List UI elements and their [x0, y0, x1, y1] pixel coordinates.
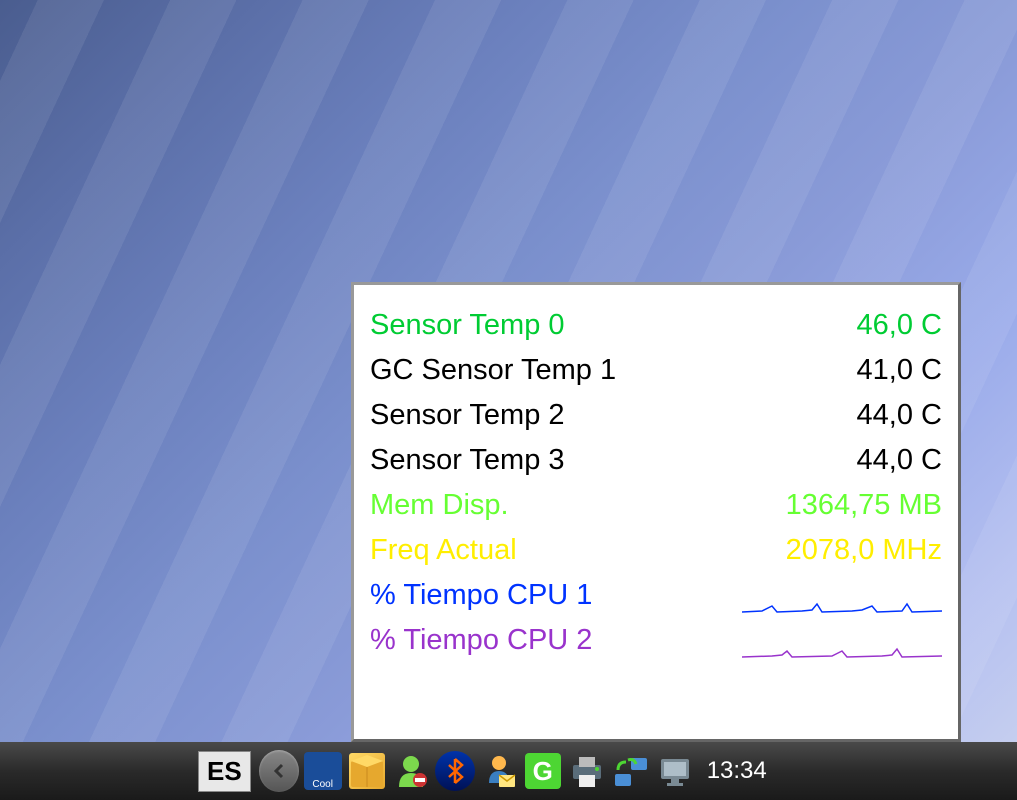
tray-network-icon[interactable]	[611, 751, 651, 791]
sensor-row-freq: Freq Actual 2078,0 MHz	[370, 528, 942, 573]
tray-monitor-icon[interactable]	[655, 751, 695, 791]
sparkline-cpu2	[742, 630, 942, 650]
taskbar-clock[interactable]: 13:34	[707, 757, 767, 785]
sensor-row-cpu1: % Tiempo CPU 1	[370, 573, 942, 618]
sparkline-cpu1	[742, 585, 942, 605]
sensor-value: 44,0 C	[742, 438, 942, 483]
tray-cool-app-icon[interactable]: Cool	[303, 751, 343, 791]
sensor-value: 1364,75 MB	[742, 483, 942, 528]
sensor-row-temp3: Sensor Temp 3 44,0 C	[370, 438, 942, 483]
sensor-label: Freq Actual	[370, 528, 517, 573]
system-tray: Cool	[259, 751, 695, 791]
sensor-label: GC Sensor Temp 1	[370, 348, 616, 393]
sensor-value: 44,0 C	[742, 393, 942, 438]
sensor-label: Sensor Temp 0	[370, 303, 565, 348]
tray-nav-back-icon[interactable]	[259, 751, 299, 791]
sensor-label: Sensor Temp 3	[370, 438, 565, 483]
tray-package-icon[interactable]	[347, 751, 387, 791]
sensor-label: % Tiempo CPU 1	[370, 573, 592, 618]
sensor-row-mem: Mem Disp. 1364,75 MB	[370, 483, 942, 528]
tray-bluetooth-icon[interactable]	[435, 751, 475, 791]
sensor-value: 46,0 C	[742, 303, 942, 348]
sensor-row-temp1: GC Sensor Temp 1 41,0 C	[370, 348, 942, 393]
tray-user-mail-icon[interactable]	[479, 751, 519, 791]
sensor-label: Mem Disp.	[370, 483, 509, 528]
sensor-row-temp0: Sensor Temp 0 46,0 C	[370, 303, 942, 348]
tray-g-app-icon[interactable]: G	[523, 751, 563, 791]
sensor-row-temp2: Sensor Temp 2 44,0 C	[370, 393, 942, 438]
desktop-wallpaper[interactable]: Sensor Temp 0 46,0 C GC Sensor Temp 1 41…	[0, 0, 1017, 742]
language-indicator[interactable]: ES	[198, 751, 251, 792]
taskbar[interactable]: ES Cool	[0, 742, 1017, 800]
sensor-value: 41,0 C	[742, 348, 942, 393]
sensor-row-cpu2: % Tiempo CPU 2	[370, 618, 942, 663]
sensor-tooltip-panel: Sensor Temp 0 46,0 C GC Sensor Temp 1 41…	[351, 282, 961, 742]
sensor-label: Sensor Temp 2	[370, 393, 565, 438]
sensor-label: % Tiempo CPU 2	[370, 618, 592, 663]
tray-messenger-icon[interactable]	[391, 751, 431, 791]
sensor-value: 2078,0 MHz	[742, 528, 942, 573]
tray-printer-icon[interactable]	[567, 751, 607, 791]
